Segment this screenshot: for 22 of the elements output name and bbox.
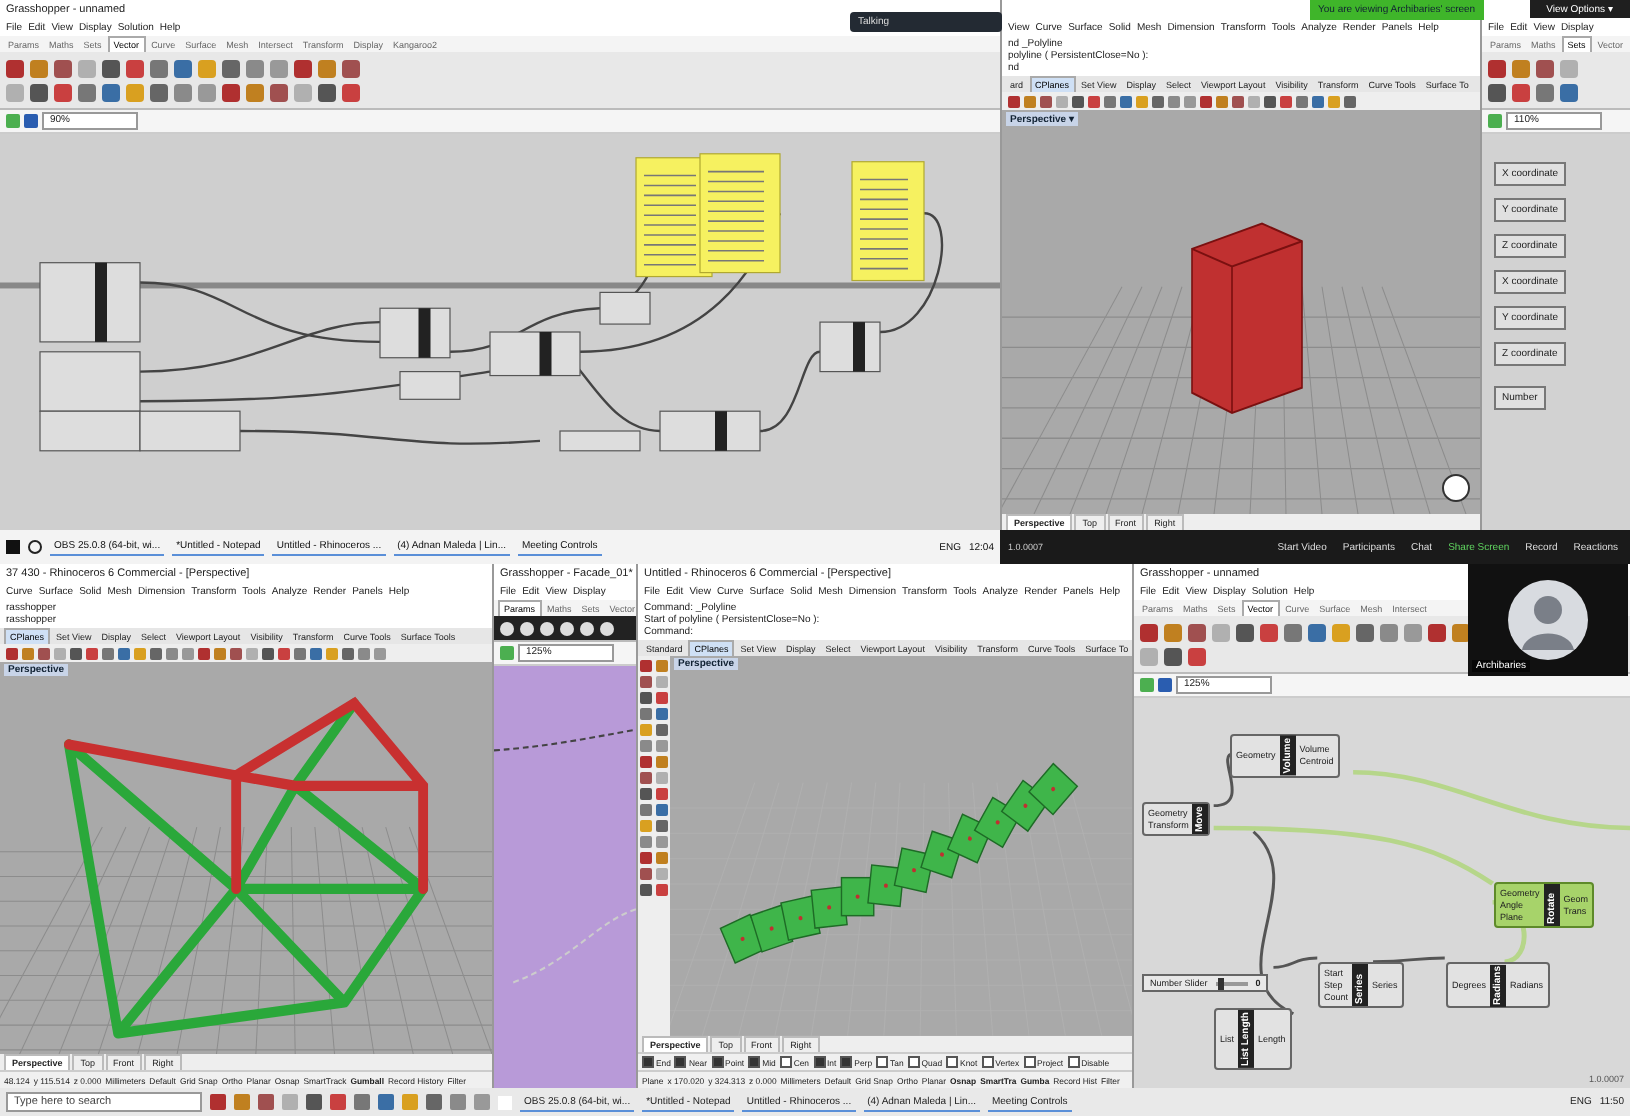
wire — [879, 212, 944, 334]
component-node[interactable] — [39, 262, 141, 343]
person-silhouette-icon — [1508, 580, 1588, 660]
wire — [512, 907, 638, 984]
text-panel — [851, 161, 925, 282]
component-node[interactable] — [659, 410, 761, 452]
wire — [1213, 752, 1234, 808]
grasshopper-icon — [1442, 474, 1470, 502]
component-node[interactable] — [599, 291, 651, 325]
slider-thumb[interactable] — [1218, 977, 1225, 989]
wire — [1373, 956, 1445, 964]
wire — [494, 728, 638, 752]
component-node[interactable] — [489, 331, 581, 377]
search-icon[interactable] — [28, 540, 42, 554]
text-panel — [699, 153, 781, 274]
component-node[interactable] — [819, 321, 881, 373]
component-node[interactable] — [399, 371, 461, 400]
component-node[interactable] — [39, 351, 141, 412]
component-node[interactable] — [559, 430, 641, 452]
component-node[interactable] — [379, 307, 451, 359]
component-node[interactable] — [39, 410, 141, 452]
component-node[interactable] — [139, 410, 241, 452]
